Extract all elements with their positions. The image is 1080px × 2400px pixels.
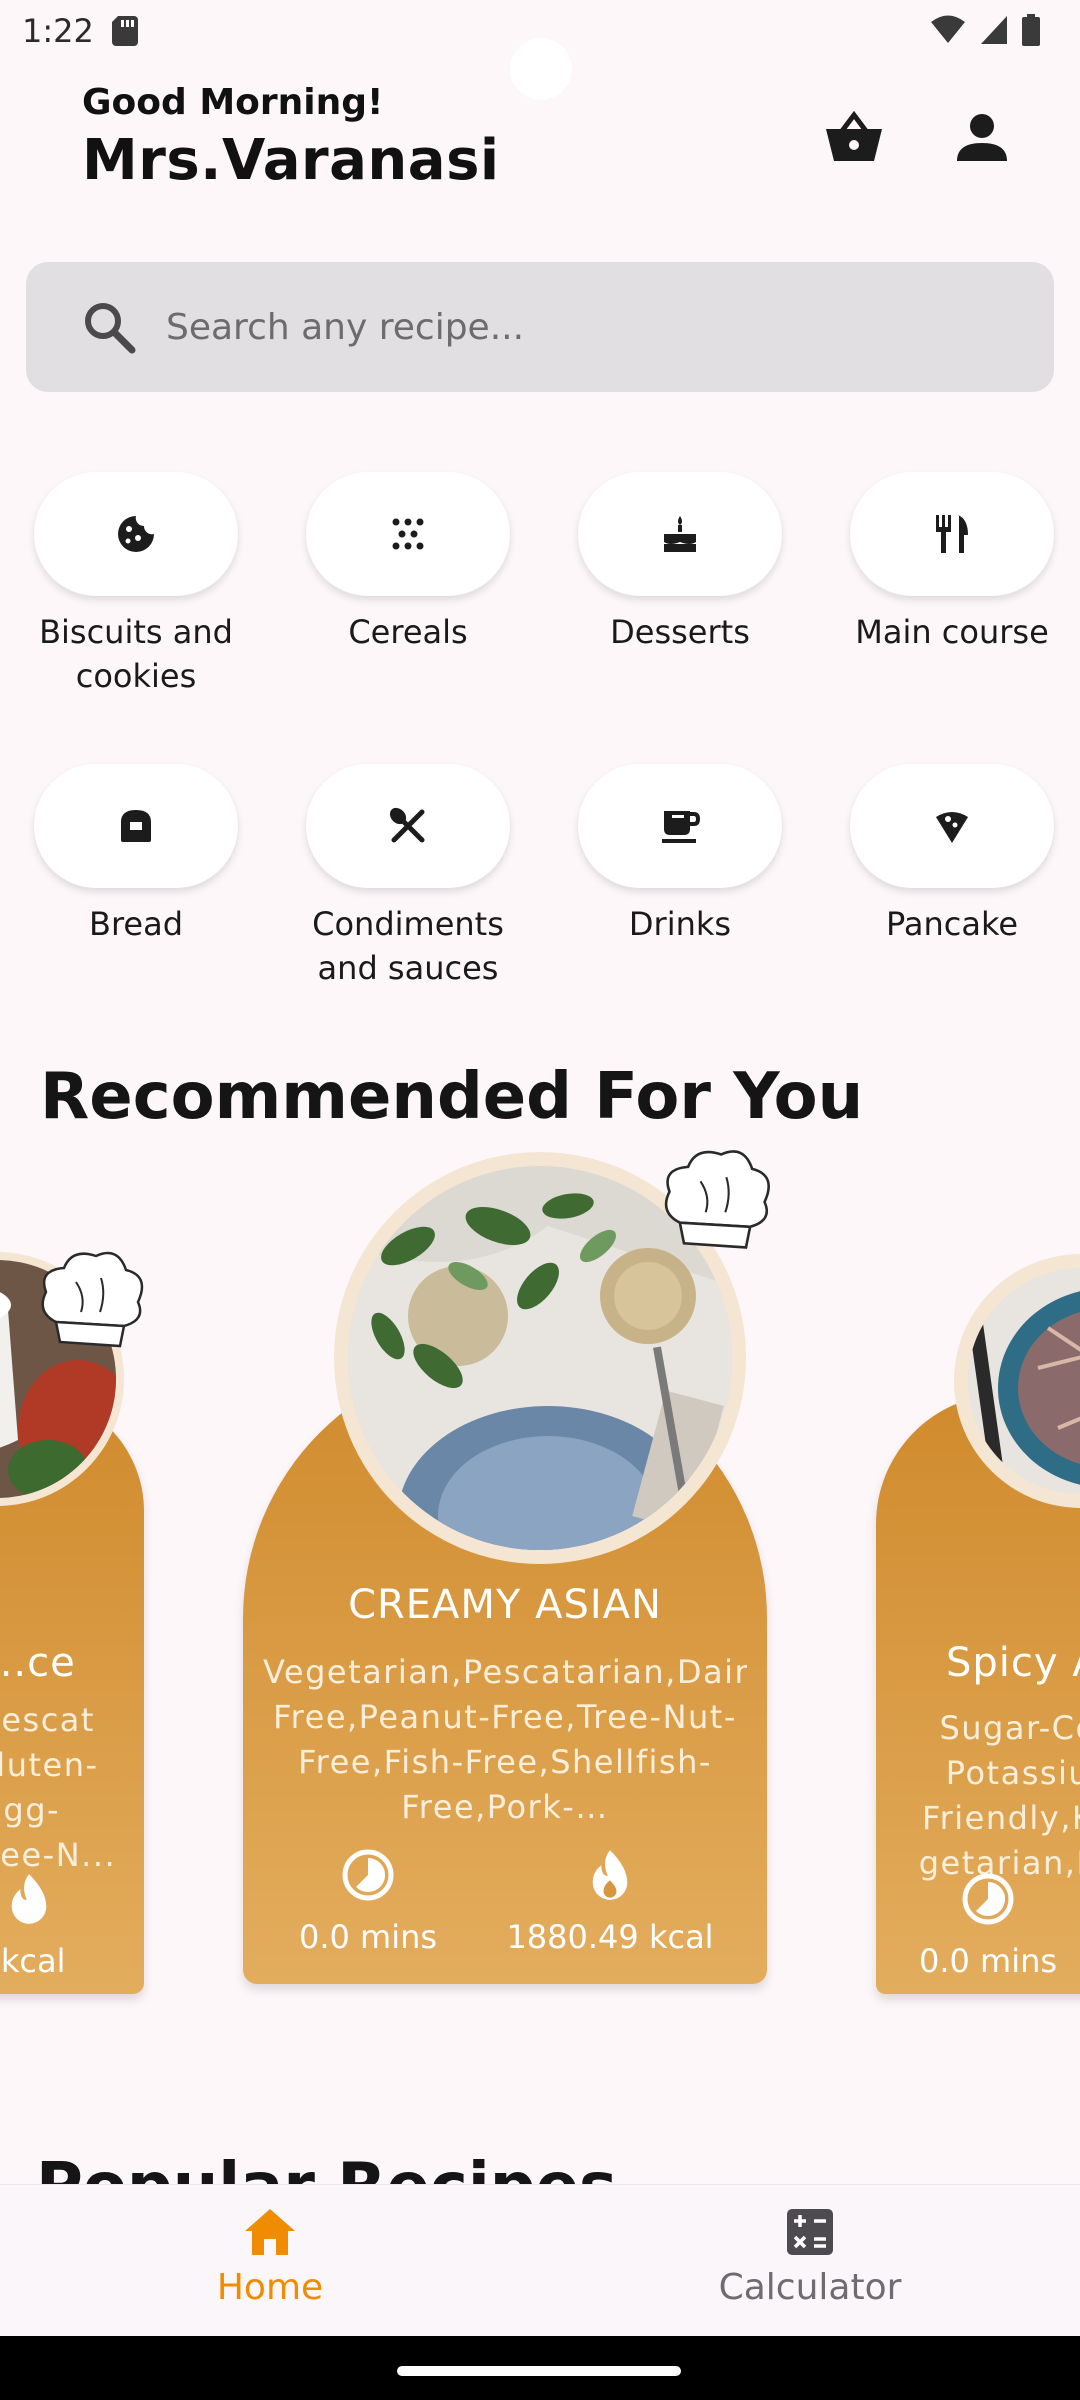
nav-home[interactable]: Home: [120, 2207, 420, 2308]
category-label: Drinks: [628, 905, 732, 943]
calculator-icon: [787, 2209, 833, 2255]
dinner-utensils-icon: [389, 807, 425, 843]
gesture-navigation-area: [0, 2336, 1080, 2400]
home-icon: [245, 2209, 295, 2255]
time-value: 0.0 mins: [918, 1942, 1058, 1980]
category-desserts[interactable]: Desserts: [550, 472, 810, 654]
home-screen: 1:22 Good Morning! Mrs.Varanasi Search a…: [0, 0, 1080, 2400]
category-pancake[interactable]: Pancake: [822, 764, 1080, 946]
calories-value: 1880.49 kcal: [506, 1918, 714, 1956]
timer-icon: [962, 1873, 1014, 1925]
search-input[interactable]: [166, 306, 966, 348]
category-label: Pancake: [885, 905, 1019, 943]
category-label: Bread: [88, 905, 183, 943]
chef-hat-icon: [664, 1150, 770, 1249]
category-pill: [306, 472, 510, 596]
status-icons: [930, 14, 1040, 46]
category-condiments-and-sauces[interactable]: Condiments and sauces: [278, 764, 538, 990]
category-pill: [850, 764, 1054, 888]
recipe-time: 0.0 mins: [263, 1848, 473, 1956]
recipe-title: CREAMY ASIAN: [348, 1582, 662, 1628]
recipe-tags: ,Pescat Gluten- ,Egg- Tree-N...: [0, 1701, 117, 1874]
category-label: Cereals: [348, 613, 468, 651]
gesture-handle[interactable]: [397, 2366, 681, 2376]
category-pill: [850, 472, 1054, 596]
category-cereals[interactable]: Cereals: [278, 472, 538, 654]
nav-calculator-label: Calculator: [718, 2267, 902, 2308]
sd-card-icon: [112, 16, 138, 46]
search-bar[interactable]: [26, 262, 1054, 392]
category-label: Desserts: [610, 613, 750, 651]
nav-home-label: Home: [216, 2267, 324, 2308]
recipe-tags: Sugar-Co Potassiu Friendly,Ke getarian,P…: [918, 1709, 1080, 1882]
timer-icon: [342, 1849, 394, 1901]
chef-hat-icon: [41, 1251, 144, 1348]
basket-icon: [826, 111, 882, 161]
time-value: 0.0 mins: [298, 1918, 438, 1956]
category-pill: [34, 764, 238, 888]
bread-icon: [121, 810, 151, 842]
camera-cutout: [510, 38, 572, 100]
profile-button[interactable]: [944, 100, 1020, 176]
cookie-icon: [118, 516, 154, 552]
status-time: 1:22: [22, 12, 94, 50]
recipe-tags: Vegetarian,Pescatarian,Dairy-Free,Peanut…: [263, 1653, 747, 1826]
recipe-calories: 1880.49 kcal: [495, 1848, 725, 1956]
category-bread[interactable]: Bread: [6, 764, 266, 946]
restaurant-icon: [936, 515, 968, 553]
recommended-title: Recommended For You: [40, 1060, 864, 1134]
person-icon: [957, 114, 1007, 161]
category-pill: [34, 472, 238, 596]
recipe-title: Spicy A: [946, 1640, 1080, 1686]
nav-calculator[interactable]: Calculator: [660, 2207, 960, 2308]
category-drinks[interactable]: Drinks: [550, 764, 810, 946]
cup-icon: [662, 811, 700, 843]
wifi-icon: [931, 15, 965, 43]
basket-button[interactable]: [816, 100, 892, 176]
greeting-text: Good Morning!: [82, 82, 384, 123]
grain-icon: [392, 518, 424, 550]
user-name: Mrs.Varanasi: [82, 128, 500, 193]
fire-icon: [11, 1874, 47, 1924]
pancake-icon: [936, 812, 968, 843]
category-pill: [306, 764, 510, 888]
category-label: Condiments and sauces: [312, 905, 504, 987]
cell-signal-icon: [981, 16, 1007, 44]
fire-icon: [592, 1850, 628, 1900]
search-icon: [85, 303, 136, 354]
bottom-navigation: Home Calculator: [0, 2184, 1080, 2336]
category-label: Biscuits and cookies: [39, 613, 233, 695]
popular-recipes-title: Popular Recipes: [36, 2150, 617, 2184]
recipe-time: 0.0 mins: [898, 1872, 1078, 1980]
category-pill: [578, 472, 782, 596]
recipe-title: ...ce: [0, 1640, 76, 1686]
cake-icon: [664, 516, 696, 552]
category-label: Main course: [855, 613, 1049, 651]
calories-value: 79 kcal: [0, 1942, 66, 1980]
category-pill: [578, 764, 782, 888]
category-main-course[interactable]: Main course: [822, 472, 1080, 654]
recipe-calories: 79 kcal: [0, 1872, 140, 1980]
battery-icon: [1022, 14, 1040, 46]
category-biscuits-and-cookies[interactable]: Biscuits and cookies: [6, 472, 266, 698]
